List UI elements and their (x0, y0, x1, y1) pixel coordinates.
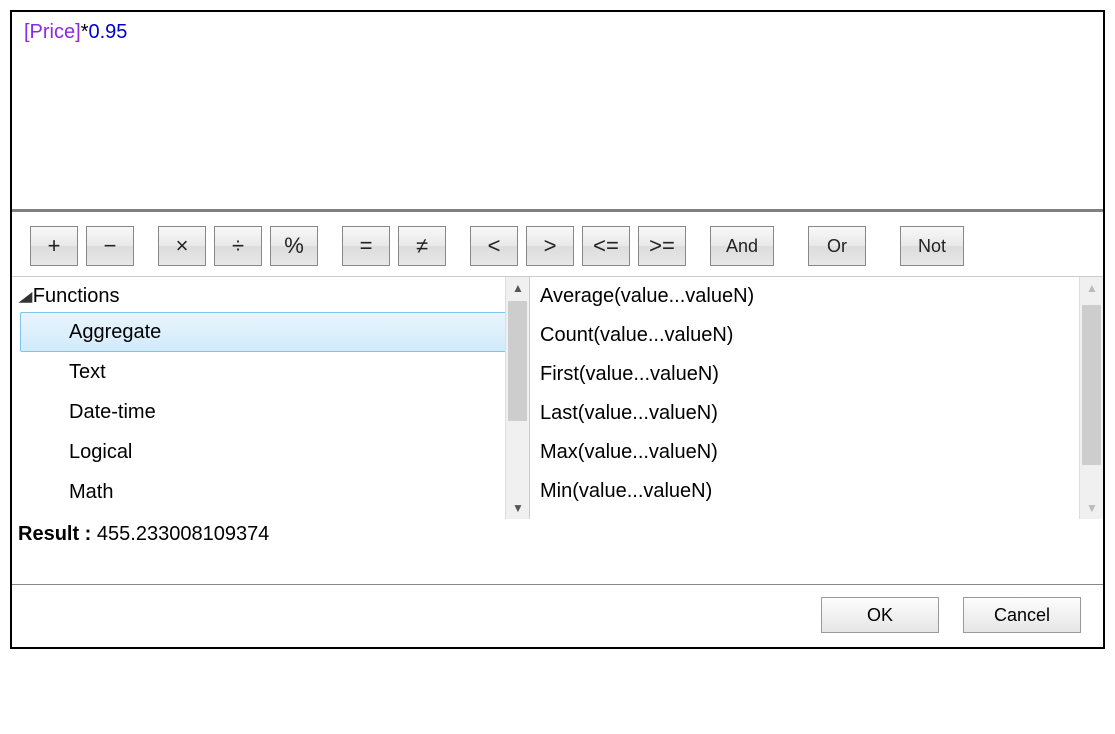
expression-editor-dialog: [Price]*0.95 + − × ÷ % = ≠ < > <= >= And… (10, 10, 1105, 649)
category-tree-panel: ◢ Functions Aggregate Text Date-time Log… (12, 277, 530, 519)
multiply-button[interactable]: × (158, 226, 206, 266)
lessthanequal-button[interactable]: <= (582, 226, 630, 266)
lessthan-button[interactable]: < (470, 226, 518, 266)
function-item-min[interactable]: Min(value...valueN) (530, 472, 1103, 511)
divide-button[interactable]: ÷ (214, 226, 262, 266)
plus-button[interactable]: + (30, 226, 78, 266)
caret-down-icon: ◢ (18, 288, 32, 305)
tree-root-functions[interactable]: ◢ Functions (12, 283, 529, 312)
operator-toolbar: + − × ÷ % = ≠ < > <= >= And Or Not (12, 212, 1103, 277)
notequals-button[interactable]: ≠ (398, 226, 446, 266)
category-tree: ◢ Functions Aggregate Text Date-time Log… (12, 277, 529, 518)
scroll-up-icon[interactable]: ▲ (506, 277, 530, 299)
tree-item-label: Math (69, 481, 113, 503)
greaterthanequal-button[interactable]: >= (638, 226, 686, 266)
function-item-last[interactable]: Last(value...valueN) (530, 394, 1103, 433)
function-label: Count(value...valueN) (540, 324, 733, 346)
lists-container: ◢ Functions Aggregate Text Date-time Log… (12, 277, 1103, 519)
function-label: Last(value...valueN) (540, 402, 718, 424)
equals-button[interactable]: = (342, 226, 390, 266)
dialog-button-bar: OK Cancel (12, 585, 1103, 647)
function-item-max[interactable]: Max(value...valueN) (530, 433, 1103, 472)
tree-item-label: Logical (69, 441, 132, 463)
tree-root-label: Functions (33, 285, 120, 308)
function-item-first[interactable]: First(value...valueN) (530, 355, 1103, 394)
not-button[interactable]: Not (900, 226, 964, 266)
cancel-button[interactable]: Cancel (963, 597, 1081, 633)
scroll-thumb[interactable] (508, 301, 527, 421)
scroll-thumb[interactable] (1082, 305, 1101, 465)
function-label: Max(value...valueN) (540, 441, 718, 463)
function-list-panel: Average(value...valueN) Count(value...va… (530, 277, 1103, 519)
minus-button[interactable]: − (86, 226, 134, 266)
function-label: Average(value...valueN) (540, 285, 754, 307)
right-scrollbar[interactable]: ▲ ▼ (1079, 277, 1103, 519)
result-value: 455.233008109374 (97, 523, 269, 545)
modulo-button[interactable]: % (270, 226, 318, 266)
tree-item-text[interactable]: Text (20, 352, 507, 392)
tree-item-logical[interactable]: Logical (20, 432, 507, 472)
ok-button[interactable]: OK (821, 597, 939, 633)
function-item-count[interactable]: Count(value...valueN) (530, 316, 1103, 355)
tree-item-math[interactable]: Math (20, 472, 507, 512)
function-item-average[interactable]: Average(value...valueN) (530, 277, 1103, 316)
result-bar: Result : 455.233008109374 (12, 519, 1103, 585)
tree-item-label: Date-time (69, 401, 156, 423)
expression-number-token: 0.95 (88, 21, 127, 43)
tree-item-label: Aggregate (69, 321, 161, 343)
expression-field-token: [Price] (24, 21, 81, 43)
result-label: Result : (18, 523, 97, 545)
and-button[interactable]: And (710, 226, 774, 266)
expression-input[interactable]: [Price]*0.95 (12, 12, 1103, 212)
or-button[interactable]: Or (808, 226, 866, 266)
scroll-down-icon[interactable]: ▼ (1080, 497, 1104, 519)
tree-item-datetime[interactable]: Date-time (20, 392, 507, 432)
tree-item-label: Text (69, 361, 106, 383)
function-label: Min(value...valueN) (540, 480, 712, 502)
tree-item-aggregate[interactable]: Aggregate (20, 312, 507, 352)
scroll-down-icon[interactable]: ▼ (506, 497, 530, 519)
scroll-up-icon[interactable]: ▲ (1080, 277, 1104, 299)
greaterthan-button[interactable]: > (526, 226, 574, 266)
left-scrollbar[interactable]: ▲ ▼ (505, 277, 529, 519)
function-label: First(value...valueN) (540, 363, 719, 385)
